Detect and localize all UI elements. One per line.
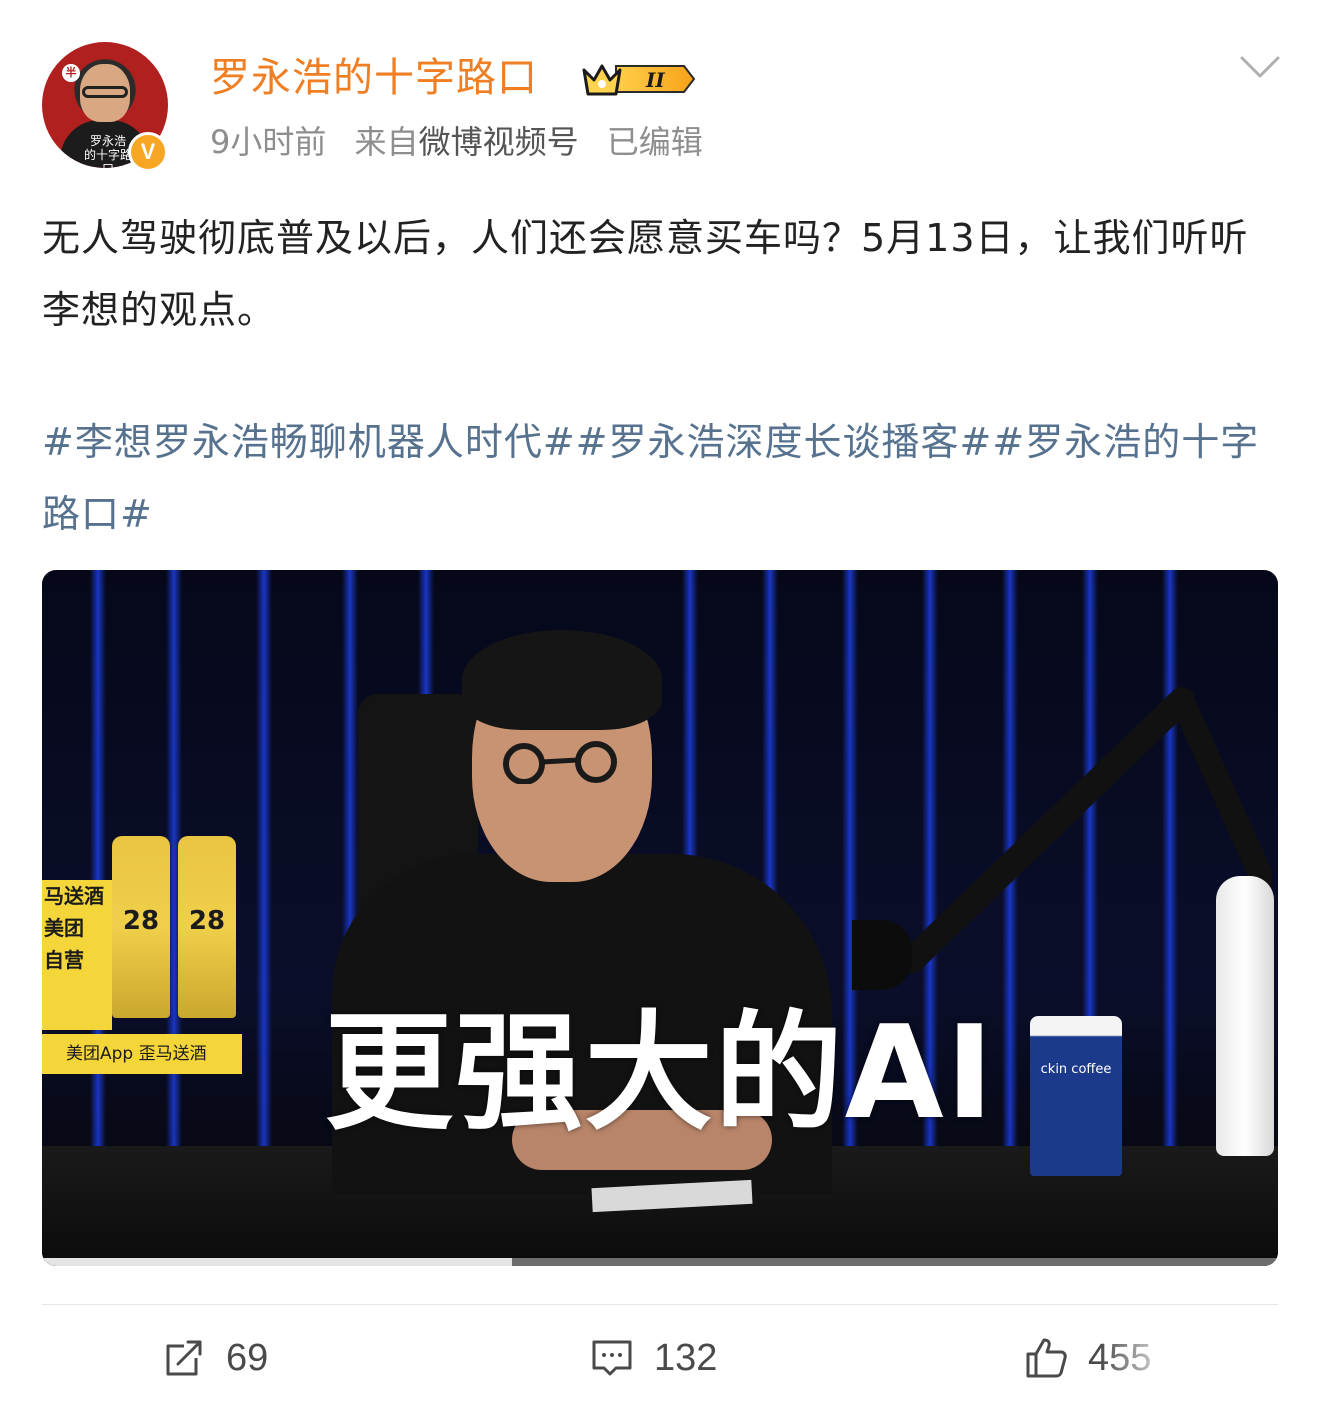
avatar-logo-mark: 半 [62,64,80,82]
comment-icon [592,1340,632,1376]
comment-count: 132 [654,1336,718,1379]
repost-button[interactable]: 69 [162,1330,268,1386]
sign-line: 马送酒 [44,884,104,908]
video-progress-bar[interactable] [42,1258,1278,1266]
video-caption: 更强大的AI [324,999,996,1148]
avatar-glasses [82,86,128,98]
repost-icon [166,1340,202,1376]
action-divider [42,1304,1278,1305]
post-source-prefix: 来自 [354,123,419,161]
video-mic-arm [852,687,1272,990]
video-glasses [503,741,617,784]
sign-line: 自营 [44,948,84,972]
video-progress-fill [42,1258,512,1266]
video-product-can: 28 [178,836,236,1018]
post-text: 无人驾驶彻底普及以后，人们还会愿意买车吗？5月13日，让我们听听李想的观点。 [42,216,1249,332]
video-product-can: 28 [112,836,170,1018]
can-label: 28 [122,906,160,936]
post-source[interactable]: 微博视频号 [419,123,579,161]
verified-badge-icon: V [128,132,168,172]
edited-label[interactable]: 已编辑 [607,123,703,161]
repost-count: 69 [226,1336,269,1379]
video-player[interactable]: 马送酒 美团 自营 28 28 美团App 歪马送酒 ckin coffee 更… [42,570,1278,1266]
post-hashtags[interactable]: #李想罗永浩畅聊机器人时代##罗永浩深度长谈播客##罗永浩的十字路口# [42,406,1278,550]
video-person-hair [462,630,662,730]
chevron-down-icon[interactable] [1238,52,1282,82]
sign-line: 美团 [44,916,84,940]
thumbs-up-icon [1026,1338,1067,1378]
post-time: 9小时前 [210,123,327,161]
post-meta: 9小时前 来自微博视频号 已编辑 [210,120,703,164]
member-crown-badge-icon[interactable]: II [580,58,696,100]
badge-level: II [645,68,665,92]
screenshot-edge-fade [1100,1320,1320,1400]
can-label: 28 [188,906,226,936]
username[interactable]: 罗永浩的十字路口 [210,52,538,104]
comment-button[interactable]: 132 [590,1330,717,1386]
